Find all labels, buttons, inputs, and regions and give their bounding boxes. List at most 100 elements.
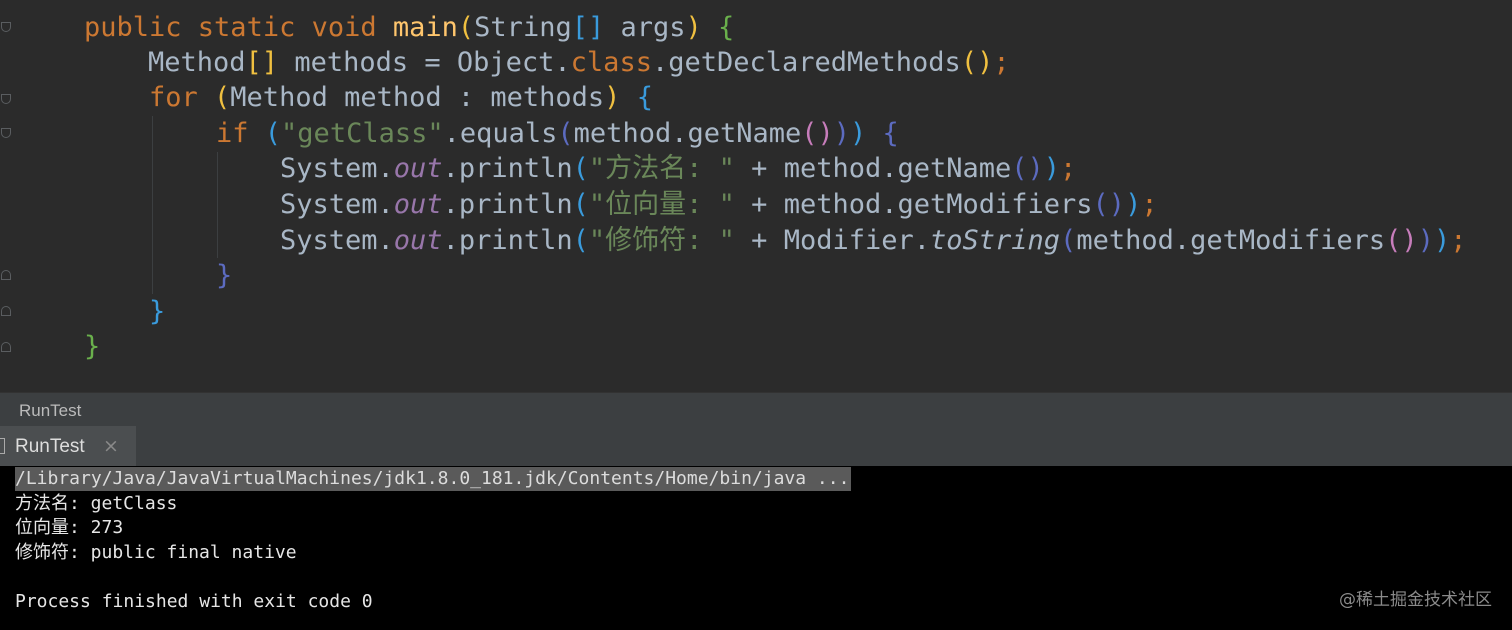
code-token: .equals [443, 118, 558, 149]
code-token: .println [442, 225, 573, 256]
code-token: ( [557, 118, 574, 149]
tab-runtest[interactable]: RunTest × [0, 426, 136, 466]
run-tool-window-header: RunTest [0, 392, 1512, 426]
indent-guide [152, 116, 153, 294]
code-token: + method.getModifiers [734, 189, 1093, 220]
code-token: ( [572, 225, 589, 256]
console-line: 方法名: getClass [15, 492, 178, 514]
code-token: ) [1125, 189, 1142, 220]
code-token: ) [1433, 225, 1451, 256]
code-token: static [197, 12, 312, 43]
code-token: ) [685, 12, 719, 43]
code-token: () [1385, 225, 1418, 256]
code-token: void [311, 12, 393, 43]
code-token: main [392, 12, 458, 43]
console-line: 位向量: 273 [15, 517, 124, 539]
code-token: () [801, 118, 834, 149]
code-token: String [474, 12, 572, 43]
code-token: System. [280, 225, 394, 256]
fold-gutter [0, 0, 14, 392]
code-line: System.out.println("方法名: " + method.getN… [280, 151, 1076, 186]
code-token: ) [833, 118, 851, 149]
code-token: out [393, 189, 443, 220]
code-line: public static void main(String[] args) { [84, 10, 734, 45]
code-token: Method method : methods [230, 82, 605, 113]
code-token: for [149, 82, 215, 113]
code-token: "getClass" [281, 118, 444, 149]
code-token: () [1092, 189, 1126, 220]
fold-icon[interactable] [1, 306, 11, 316]
run-config-icon [0, 438, 5, 454]
code-line: System.out.println("位向量: " + method.getM… [280, 187, 1158, 222]
code-token: ; [993, 47, 1010, 78]
fold-icon[interactable] [1, 270, 11, 280]
code-token: out [393, 225, 443, 256]
code-token: } [149, 296, 166, 327]
code-token: Method [148, 47, 246, 78]
console-line: Process finished with exit code 0 [15, 591, 373, 612]
close-icon[interactable]: × [103, 435, 119, 457]
console-line: 修饰符: public final native [15, 541, 297, 563]
code-token: ( [457, 12, 475, 43]
code-token: .getDeclaredMethods [651, 47, 961, 78]
code-token: + Modifier. [734, 225, 930, 256]
run-tab-bar: RunTest × [0, 426, 1512, 466]
code-token: { [636, 82, 653, 113]
code-token: [] [245, 47, 295, 78]
code-line: for (Method method : methods) { [149, 80, 653, 115]
code-token: out [393, 153, 443, 184]
code-line: System.out.println("修饰符: " + Modifier.to… [280, 223, 1466, 258]
code-token: args [620, 12, 686, 43]
code-token: ) [850, 118, 883, 149]
code-token: { [718, 12, 735, 43]
code-token: class [570, 47, 652, 78]
code-token: ) [1417, 225, 1434, 256]
code-token: () [1011, 153, 1044, 184]
code-token: ) [604, 82, 637, 113]
code-token: () [960, 47, 994, 78]
code-token: .println [442, 189, 573, 220]
fold-icon[interactable] [1, 342, 11, 352]
code-token: ) [1043, 153, 1061, 184]
code-token: + method.getName [734, 153, 1012, 184]
tab-label: RunTest [15, 436, 85, 457]
code-token: System. [280, 153, 394, 184]
code-token: ( [1060, 225, 1077, 256]
code-token: ( [572, 189, 589, 220]
code-token: ; [1450, 225, 1467, 256]
indent-guide [217, 152, 218, 258]
code-token: ( [264, 118, 282, 149]
code-token: ; [1141, 189, 1158, 220]
fold-icon[interactable] [1, 94, 11, 104]
code-token: method.getModifiers [1076, 225, 1386, 256]
code-line: } [216, 258, 232, 293]
code-token: [] [571, 12, 621, 43]
code-token: if [216, 118, 265, 149]
watermark: @稀土掘金技术社区 [1339, 590, 1492, 610]
code-line: if ("getClass".equals(method.getName()))… [216, 116, 899, 151]
code-token: "位向量: " [588, 189, 735, 220]
code-line: } [84, 329, 100, 364]
code-token: "方法名: " [588, 153, 735, 184]
console-output[interactable]: /Library/Java/JavaVirtualMachines/jdk1.8… [0, 466, 1512, 630]
fold-icon[interactable] [1, 22, 11, 32]
code-token: ; [1060, 153, 1077, 184]
code-token: methods = Object. [294, 47, 571, 78]
code-line: } [149, 294, 165, 329]
console-command-line[interactable]: /Library/Java/JavaVirtualMachines/jdk1.8… [15, 467, 852, 491]
run-window-title: RunTest [19, 401, 82, 420]
code-token: "修饰符: " [588, 225, 735, 256]
code-token: public [84, 12, 198, 43]
code-token: System. [280, 189, 394, 220]
code-token: toString [930, 225, 1061, 256]
fold-icon[interactable] [1, 128, 11, 138]
code-editor[interactable]: public static void main(String[] args) {… [0, 0, 1512, 392]
code-token: .println [442, 153, 573, 184]
code-token: { [882, 118, 899, 149]
code-token: method.getName [573, 118, 802, 149]
code-token: ( [214, 82, 231, 113]
code-line: Method[] methods = Object.class.getDecla… [148, 45, 1010, 80]
code-token: ( [572, 153, 589, 184]
code-token: } [84, 331, 101, 362]
code-token: } [216, 260, 233, 291]
